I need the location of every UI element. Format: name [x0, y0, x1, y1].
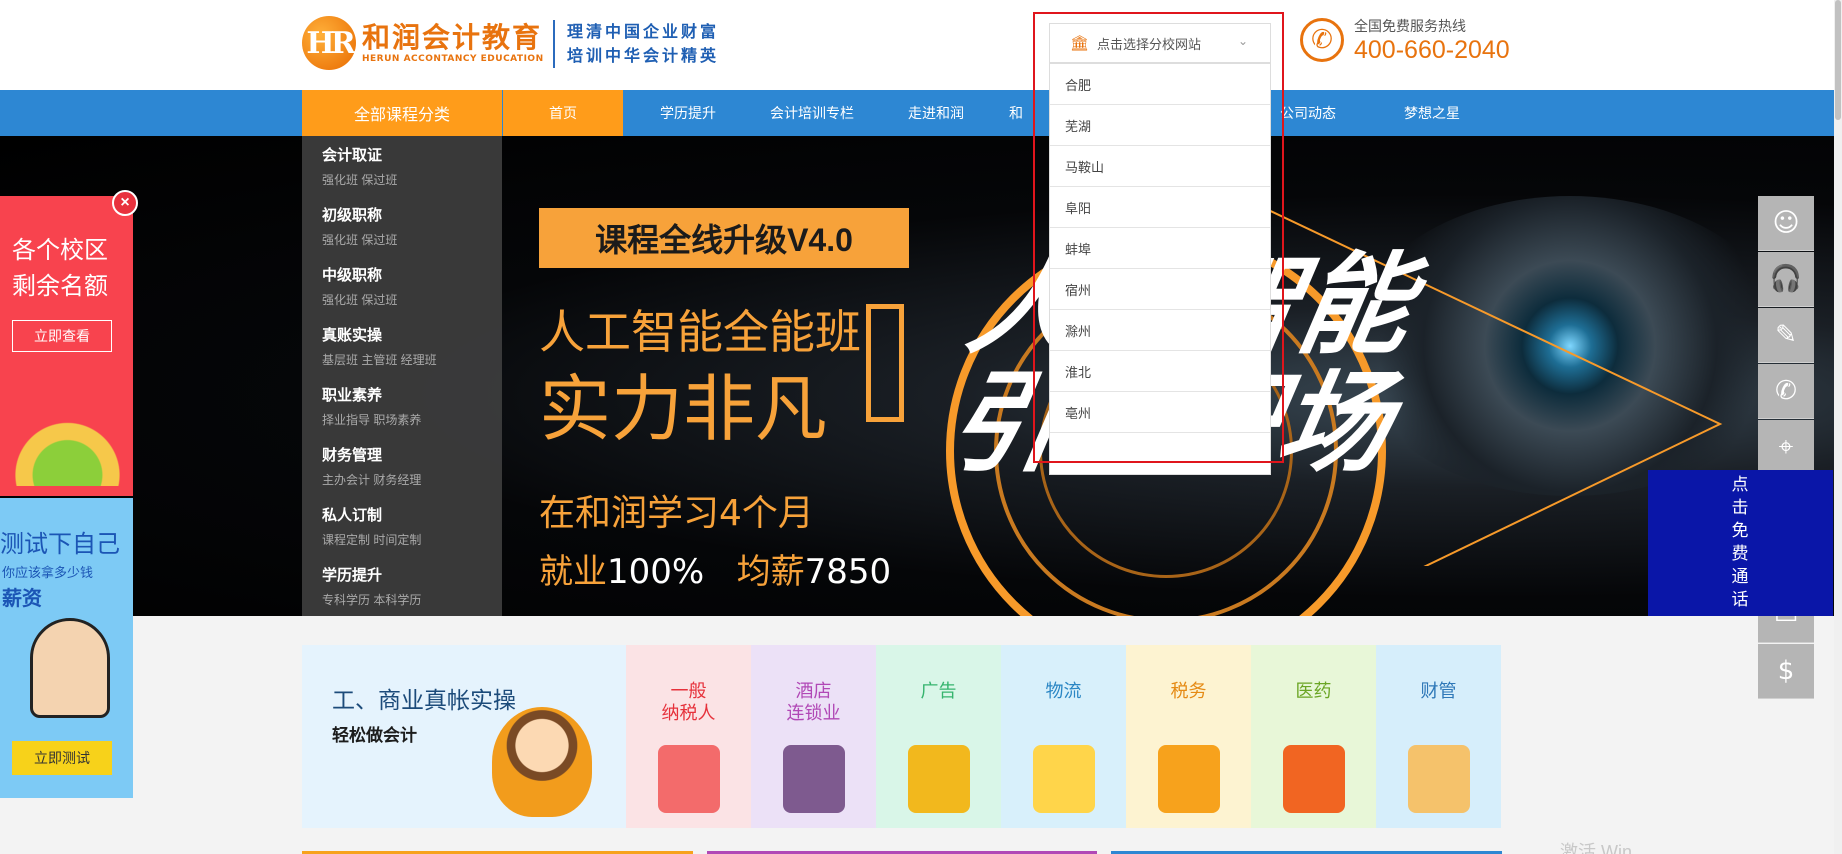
money-bag-icon[interactable]: $: [1758, 644, 1814, 699]
banner-subheadline: 实力非凡: [539, 367, 828, 451]
travel-illustration: [10, 376, 125, 486]
industry-illustration: [658, 745, 720, 813]
cartoon-kid-illustration: [492, 707, 592, 817]
view-now-button[interactable]: 立即查看: [12, 320, 112, 352]
nav-item-accounting-training[interactable]: 会计培训专栏: [752, 90, 872, 136]
branch-dropdown: 合肥 芜湖 马鞍山 阜阳 蚌埠 宿州 滁州 淮北 亳州: [1049, 63, 1271, 475]
nav-item-about[interactable]: 走进和润: [876, 90, 996, 136]
industry-tile-label: 财管: [1420, 681, 1457, 702]
logo-subtitle: HERUN ACCONTANCY EDUCATION: [362, 54, 544, 64]
industry-tile[interactable]: 财管: [1376, 645, 1501, 828]
industry-tile-label: 税务: [1170, 681, 1207, 702]
ad-subtitle: 你应该拿多少钱: [2, 565, 94, 580]
industry-tile[interactable]: 医药: [1251, 645, 1376, 828]
branch-option[interactable]: 淮北: [1050, 351, 1270, 392]
category-menu: 会计取证 强化班 保过班 初级职称 强化班 保过班 中级职称 强化班 保过班 真账实操…: [302, 136, 502, 616]
industry-illustration: [783, 745, 845, 813]
branch-option[interactable]: 阜阳: [1050, 187, 1270, 228]
industry-tile[interactable]: 酒店 连锁业: [751, 645, 876, 828]
logo-title: 和润会计教育: [362, 21, 543, 54]
salary-test-ad[interactable]: 测试下自己 你应该拿多少钱 薪资 立即测试: [0, 498, 133, 798]
user-service-icon[interactable]: ☺: [1758, 196, 1814, 251]
hotline-number: 400-660-2040: [1354, 36, 1510, 64]
hotline-label: 全国免费服务热线: [1354, 18, 1466, 34]
nav-item-degree[interactable]: 学历提升: [628, 90, 748, 136]
bank-icon: 🏛: [1070, 35, 1090, 52]
category-item[interactable]: 职业素养 择业指导 职场素养: [302, 376, 502, 436]
industry-illustration: [908, 745, 970, 813]
nav-item-partial[interactable]: 和: [986, 90, 1046, 136]
banner-line-4: 就业100% 均薪7850: [539, 552, 892, 592]
category-item[interactable]: 会计取证 强化班 保过班: [302, 136, 502, 196]
industry-illustration: [1408, 745, 1470, 813]
banner-line-3: 在和润学习4个月: [539, 493, 814, 534]
slogan: 理清中国企业财富 培训中华会计精英: [553, 20, 719, 68]
phone-icon: ✆: [1300, 18, 1344, 62]
industry-tile-label: 酒店 连锁业: [786, 681, 841, 724]
page-scrollbar[interactable]: [1834, 0, 1842, 854]
hero-banner[interactable]: 人工智能 引领职场 课程全线升级V4.0 人工智能全能班 实力非凡 在和润学习4…: [0, 136, 1834, 616]
hotline: ✆ 全国免费服务热线 400-660-2040: [1300, 16, 1510, 64]
text-cursor-graphic: [866, 304, 904, 422]
industry-tile[interactable]: 税务: [1126, 645, 1251, 828]
industry-tile-label: 一般 纳税人: [661, 681, 716, 724]
branch-option[interactable]: 合肥: [1050, 64, 1270, 105]
edit-icon[interactable]: ✎: [1758, 308, 1814, 363]
scrollbar-thumb[interactable]: [1835, 0, 1841, 120]
branch-option[interactable]: 蚌埠: [1050, 228, 1270, 269]
all-categories-button[interactable]: 全部课程分类: [302, 90, 502, 136]
phone-call-icon[interactable]: ✆: [1758, 364, 1814, 419]
banner-tag: 课程全线升级V4.0: [539, 208, 909, 268]
ad-title: 测试下自己: [0, 530, 120, 558]
industry-tile[interactable]: 一般 纳税人: [626, 645, 751, 828]
category-item[interactable]: 真账实操 基层班 主管班 经理班: [302, 316, 502, 376]
location-icon[interactable]: ⌖: [1758, 420, 1814, 475]
strip-feature-subtitle: 轻松做会计: [332, 726, 417, 746]
strip-feature[interactable]: 工、商业真帐实操 轻松做会计: [302, 645, 626, 828]
category-item[interactable]: 中级职称 强化班 保过班: [302, 256, 502, 316]
industry-tile-label: 广告: [920, 681, 957, 702]
branch-select[interactable]: 🏛 点击选择分校网站 ⌄: [1049, 23, 1271, 63]
category-item[interactable]: 私人订制 课程定制 时间定制: [302, 496, 502, 556]
branch-option[interactable]: 亳州: [1050, 392, 1270, 433]
ad-subtitle-2: 薪资: [2, 586, 42, 610]
industry-illustration: [1283, 745, 1345, 813]
industry-tile[interactable]: 广告: [876, 645, 1001, 828]
category-item[interactable]: 初级职称 强化班 保过班: [302, 196, 502, 256]
category-item[interactable]: 学历提升 专科学历 本科学历: [302, 556, 502, 616]
site-header: HR 和润会计教育 HERUN ACCONTANCY EDUCATION 理清中…: [0, 0, 1842, 90]
headset-icon[interactable]: 🎧: [1758, 252, 1814, 307]
strip-feature-title: 工、商业真帐实操: [332, 688, 516, 714]
slogan-line-2: 培训中华会计精英: [567, 46, 720, 65]
activation-watermark: 激活 Win: [1560, 842, 1632, 854]
free-call-panel[interactable]: 点击免费通话: [1648, 470, 1833, 616]
test-now-button[interactable]: 立即测试: [12, 741, 112, 775]
industry-tile-label: 医药: [1295, 681, 1332, 702]
main-nav: 全部课程分类 首页 学历提升 会计培训专栏 走进和润 和 公司动态 梦想之星: [0, 90, 1834, 136]
nav-item-home[interactable]: 首页: [503, 90, 623, 136]
industry-tile-label: 物流: [1045, 681, 1082, 702]
logo-mark: HR: [302, 16, 356, 70]
ad-title: 各个校区剩余名额: [12, 236, 108, 300]
branch-option[interactable]: 芜湖: [1050, 105, 1270, 146]
branch-option[interactable]: 宿州: [1050, 269, 1270, 310]
branch-option[interactable]: 马鞍山: [1050, 146, 1270, 187]
branch-select-placeholder: 点击选择分校网站: [1097, 36, 1202, 52]
slogan-line-1: 理清中国企业财富: [567, 22, 720, 41]
nav-item-stars[interactable]: 梦想之星: [1372, 90, 1492, 136]
free-call-text: 点击免费通话: [1731, 475, 1749, 610]
campus-quota-ad[interactable]: 各个校区剩余名额 立即查看: [0, 196, 133, 496]
industry-illustration: [1033, 745, 1095, 813]
businessman-illustration: [30, 618, 110, 718]
industry-tile[interactable]: 物流: [1001, 645, 1126, 828]
branch-option[interactable]: 滁州: [1050, 310, 1270, 351]
site-logo[interactable]: HR 和润会计教育 HERUN ACCONTANCY EDUCATION: [302, 16, 544, 70]
industry-strip: 工、商业真帐实操 轻松做会计 一般 纳税人 酒店 连锁业 广告 物流 税务 医药 财管: [302, 645, 1502, 828]
close-icon[interactable]: ×: [112, 190, 138, 216]
industry-illustration: [1158, 745, 1220, 813]
chevron-down-icon: ⌄: [1237, 34, 1248, 48]
category-item[interactable]: 财务管理 主办会计 财务经理: [302, 436, 502, 496]
